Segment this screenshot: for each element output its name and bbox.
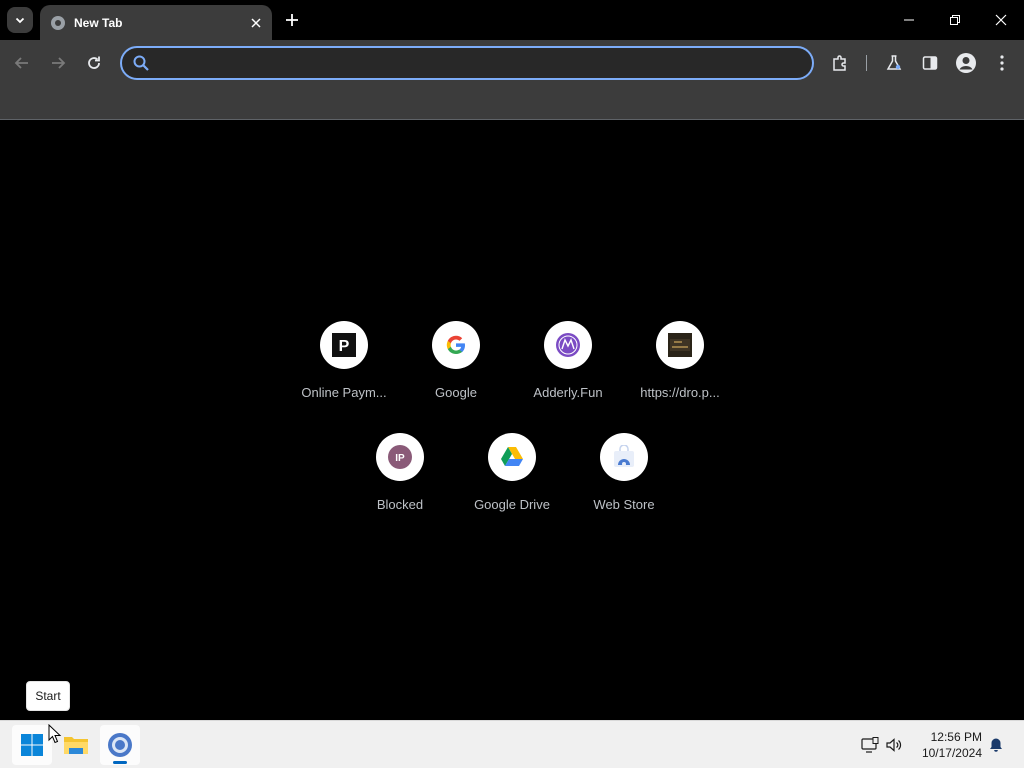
tab-title: New Tab (74, 15, 123, 30)
windows-logo-icon (21, 734, 43, 756)
reload-icon (88, 56, 100, 69)
active-app-indicator (113, 761, 127, 764)
chrome-favicon-icon (50, 15, 66, 31)
shortcut-tile[interactable]: IP Blocked (344, 433, 456, 533)
shortcut-label: Google (435, 385, 477, 400)
chevron-down-icon (15, 17, 25, 24)
new-tab-page: P Online Paym... Google Adderly.Fun http… (0, 121, 1024, 720)
svg-text:P: P (339, 338, 350, 355)
minimize-button[interactable] (894, 6, 924, 34)
flask-icon (886, 55, 902, 70)
volume-button[interactable] (884, 735, 904, 755)
plus-icon (286, 14, 298, 26)
ip-badge-text: IP (395, 453, 405, 464)
close-icon (251, 17, 261, 28)
shortcut-tile[interactable]: P Online Paym... (288, 321, 400, 421)
shortcut-icon-circle (544, 321, 592, 369)
tab-close-button[interactable] (247, 14, 265, 32)
file-explorer-button[interactable] (56, 725, 96, 765)
search-icon (133, 55, 149, 71)
network-button[interactable] (860, 735, 880, 755)
site-thumbnail-icon (668, 333, 692, 357)
extensions-button[interactable] (828, 51, 852, 75)
profile-button[interactable] (954, 51, 978, 75)
web-store-icon (614, 445, 634, 467)
shortcut-icon-circle (488, 433, 536, 481)
restore-icon (950, 15, 960, 25)
new-tab-button[interactable] (282, 10, 302, 30)
folder-icon (64, 737, 88, 754)
shortcut-label: Blocked (376, 497, 424, 512)
shortcut-tile[interactable]: Adderly.Fun (512, 321, 624, 421)
notifications-button[interactable] (986, 735, 1006, 755)
shortcut-icon-circle: IP (376, 433, 424, 481)
network-icon (861, 737, 879, 753)
puzzle-icon (833, 55, 846, 71)
bookmarks-bar (0, 86, 1024, 120)
speaker-icon (886, 738, 902, 752)
side-panel-button[interactable] (918, 51, 942, 75)
start-tooltip: Start (26, 681, 70, 711)
tab-strip: New Tab (0, 0, 1024, 40)
clock-time: 12:56 PM (930, 730, 982, 744)
shortcut-label: https://dro.p... (640, 385, 720, 400)
toolbar-divider (866, 55, 867, 71)
kebab-menu-icon (1000, 55, 1004, 71)
google-drive-icon (501, 447, 523, 466)
close-icon (995, 14, 1007, 26)
arrow-right-icon (52, 57, 66, 69)
tab-new-tab[interactable]: New Tab (40, 5, 272, 40)
forward-button[interactable] (46, 51, 70, 75)
start-button[interactable] (12, 725, 52, 765)
back-button[interactable] (10, 51, 34, 75)
shortcut-label: Google Drive (474, 497, 550, 512)
browser-toolbar (0, 40, 1024, 86)
minimize-icon (904, 19, 914, 21)
taskbar: 12:56 PM 10/17/2024 (0, 720, 1024, 768)
ip-logo-icon: IP (388, 445, 412, 469)
shortcut-icon-circle (656, 321, 704, 369)
avatar-icon (956, 53, 976, 73)
chrome-taskbar-button[interactable] (100, 725, 140, 765)
shortcut-tile[interactable]: https://dro.p... (624, 321, 736, 421)
shortcut-label: Web Store (593, 497, 655, 512)
restore-button[interactable] (940, 6, 970, 34)
shortcut-icon-circle: P (320, 321, 368, 369)
chrome-icon (108, 733, 132, 757)
shortcut-icon-circle (600, 433, 648, 481)
address-input[interactable] (158, 55, 812, 71)
menu-button[interactable] (990, 51, 1014, 75)
bell-icon (990, 738, 1002, 752)
close-window-button[interactable] (986, 6, 1016, 34)
tab-search-button[interactable] (7, 7, 33, 33)
shortcut-tile[interactable]: Web Store (568, 433, 680, 533)
google-g-icon (446, 335, 465, 354)
mouse-cursor-icon (48, 724, 62, 744)
reload-button[interactable] (82, 51, 106, 75)
address-bar[interactable] (120, 46, 814, 80)
shortcut-icon-circle (432, 321, 480, 369)
p-logo-icon: P (332, 333, 356, 357)
shortcut-tile[interactable]: Google (400, 321, 512, 421)
side-panel-icon (922, 56, 938, 70)
arrow-left-icon (14, 57, 28, 69)
shortcut-label: Online Paym... (301, 385, 387, 400)
taskbar-clock[interactable]: 12:56 PM 10/17/2024 (910, 729, 982, 761)
clock-date: 10/17/2024 (921, 746, 982, 760)
shortcut-label: Adderly.Fun (533, 385, 603, 400)
adderly-logo-icon (556, 333, 580, 357)
shortcut-tile[interactable]: Google Drive (456, 433, 568, 533)
labs-button[interactable] (882, 51, 906, 75)
